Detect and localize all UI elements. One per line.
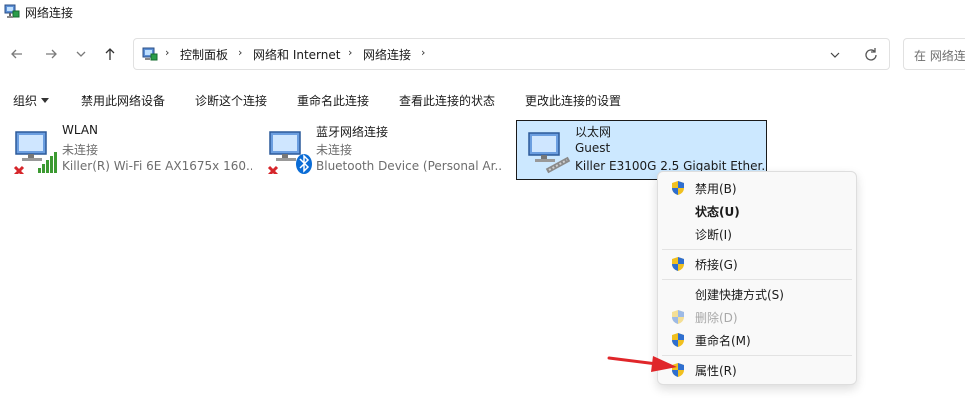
menu-item-status[interactable]: 状态(U) <box>662 200 852 222</box>
menu-item-disable[interactable]: 禁用(B) <box>662 177 852 199</box>
breadcrumb-separator-icon: › <box>238 46 243 59</box>
menu-item-properties[interactable]: 属性(R) <box>662 359 852 381</box>
connection-device: Bluetooth Device (Personal Ar... <box>316 159 502 173</box>
rename-button[interactable]: 重命名此连接 <box>297 92 369 109</box>
menu-item-label: 属性(R) <box>695 364 737 378</box>
uac-shield-icon <box>672 257 684 271</box>
menu-item-diagnose[interactable]: 诊断(I) <box>662 223 852 245</box>
uac-shield-icon <box>672 310 684 324</box>
title-bar: 网络连接 <box>0 0 965 26</box>
context-menu: 禁用(B) 状态(U) 诊断(I) 桥接(G) 创建快捷方式(S) 删除(D) … <box>657 171 857 385</box>
connection-status: Guest <box>575 141 611 155</box>
up-button[interactable] <box>99 43 121 65</box>
arrow-left-icon <box>11 49 22 59</box>
annotation-arrow-icon <box>607 356 677 372</box>
menu-item-create-shortcut[interactable]: 创建快捷方式(S) <box>662 283 852 305</box>
breadcrumb-separator-icon: › <box>165 46 170 59</box>
menu-item-delete: 删除(D) <box>662 306 852 328</box>
menu-separator <box>662 279 852 280</box>
ethernet-adapter-icon <box>528 132 571 174</box>
breadcrumb-separator-icon: › <box>348 46 353 59</box>
connection-name: WLAN <box>62 123 99 137</box>
connection-tile-wlan[interactable]: WLAN 未连接 Killer(R) Wi-Fi 6E AX1675x 160.… <box>4 120 258 180</box>
uac-shield-icon <box>672 333 684 347</box>
menu-item-label: 禁用(B) <box>695 182 737 196</box>
command-bar: 组织 禁用此网络设备 诊断这个连接 重命名此连接 查看此连接的状态 更改此连接的… <box>0 84 965 114</box>
connection-name: 蓝牙网络连接 <box>316 125 389 139</box>
menu-separator <box>662 355 852 356</box>
breadcrumb-network-connections[interactable]: 网络连接 <box>363 46 411 63</box>
wlan-adapter-icon <box>13 131 57 174</box>
menu-item-label: 创建快捷方式(S) <box>695 288 784 302</box>
window-title: 网络连接 <box>25 6 74 20</box>
connection-tile-bluetooth[interactable]: 蓝牙网络连接 未连接 Bluetooth Device (Personal Ar… <box>258 120 512 180</box>
organize-label: 组织 <box>13 94 38 108</box>
back-button[interactable] <box>6 43 28 65</box>
search-input[interactable]: 在 网络连 <box>914 47 965 64</box>
menu-item-label: 桥接(G) <box>695 258 738 272</box>
connection-name: 以太网 <box>575 125 612 139</box>
search-box[interactable]: 在 网络连 <box>903 38 965 70</box>
uac-shield-icon <box>672 181 684 195</box>
network-connections-icon <box>4 4 20 18</box>
chevron-down-icon <box>76 51 86 57</box>
menu-item-label: 删除(D) <box>695 311 738 325</box>
disable-device-button[interactable]: 禁用此网络设备 <box>81 92 165 109</box>
address-bar[interactable]: › 控制面板 › 网络和 Internet › 网络连接 › <box>133 38 890 70</box>
change-settings-button[interactable]: 更改此连接的设置 <box>525 92 621 109</box>
arrow-right-icon <box>46 49 57 59</box>
menu-item-rename[interactable]: 重命名(M) <box>662 329 852 351</box>
menu-separator <box>662 249 852 250</box>
menu-item-label: 诊断(I) <box>695 228 732 242</box>
view-status-button[interactable]: 查看此连接的状态 <box>399 92 495 109</box>
control-panel-icon <box>142 47 158 61</box>
recent-locations-button[interactable] <box>70 43 92 65</box>
arrow-up-icon <box>105 48 115 60</box>
connection-device: Killer(R) Wi-Fi 6E AX1675x 160... <box>62 159 252 173</box>
forward-button[interactable] <box>40 43 62 65</box>
menu-item-label: 状态(U) <box>695 205 740 219</box>
address-history-chevron-icon[interactable] <box>828 48 842 62</box>
disconnected-x-icon <box>13 165 25 174</box>
breadcrumb-control-panel[interactable]: 控制面板 <box>180 46 228 63</box>
organize-button[interactable]: 组织 <box>13 92 50 109</box>
bluetooth-adapter-icon <box>267 131 312 174</box>
menu-item-bridge[interactable]: 桥接(G) <box>662 253 852 275</box>
diagnose-button[interactable]: 诊断这个连接 <box>195 92 267 109</box>
connection-status: 未连接 <box>62 143 99 157</box>
connection-status: 未连接 <box>316 143 353 157</box>
breadcrumb-network-internet[interactable]: 网络和 Internet <box>253 46 340 63</box>
refresh-icon[interactable] <box>862 46 880 64</box>
breadcrumb-separator-icon: › <box>421 46 426 59</box>
caret-down-icon <box>41 98 50 103</box>
menu-item-label: 重命名(M) <box>695 334 751 348</box>
